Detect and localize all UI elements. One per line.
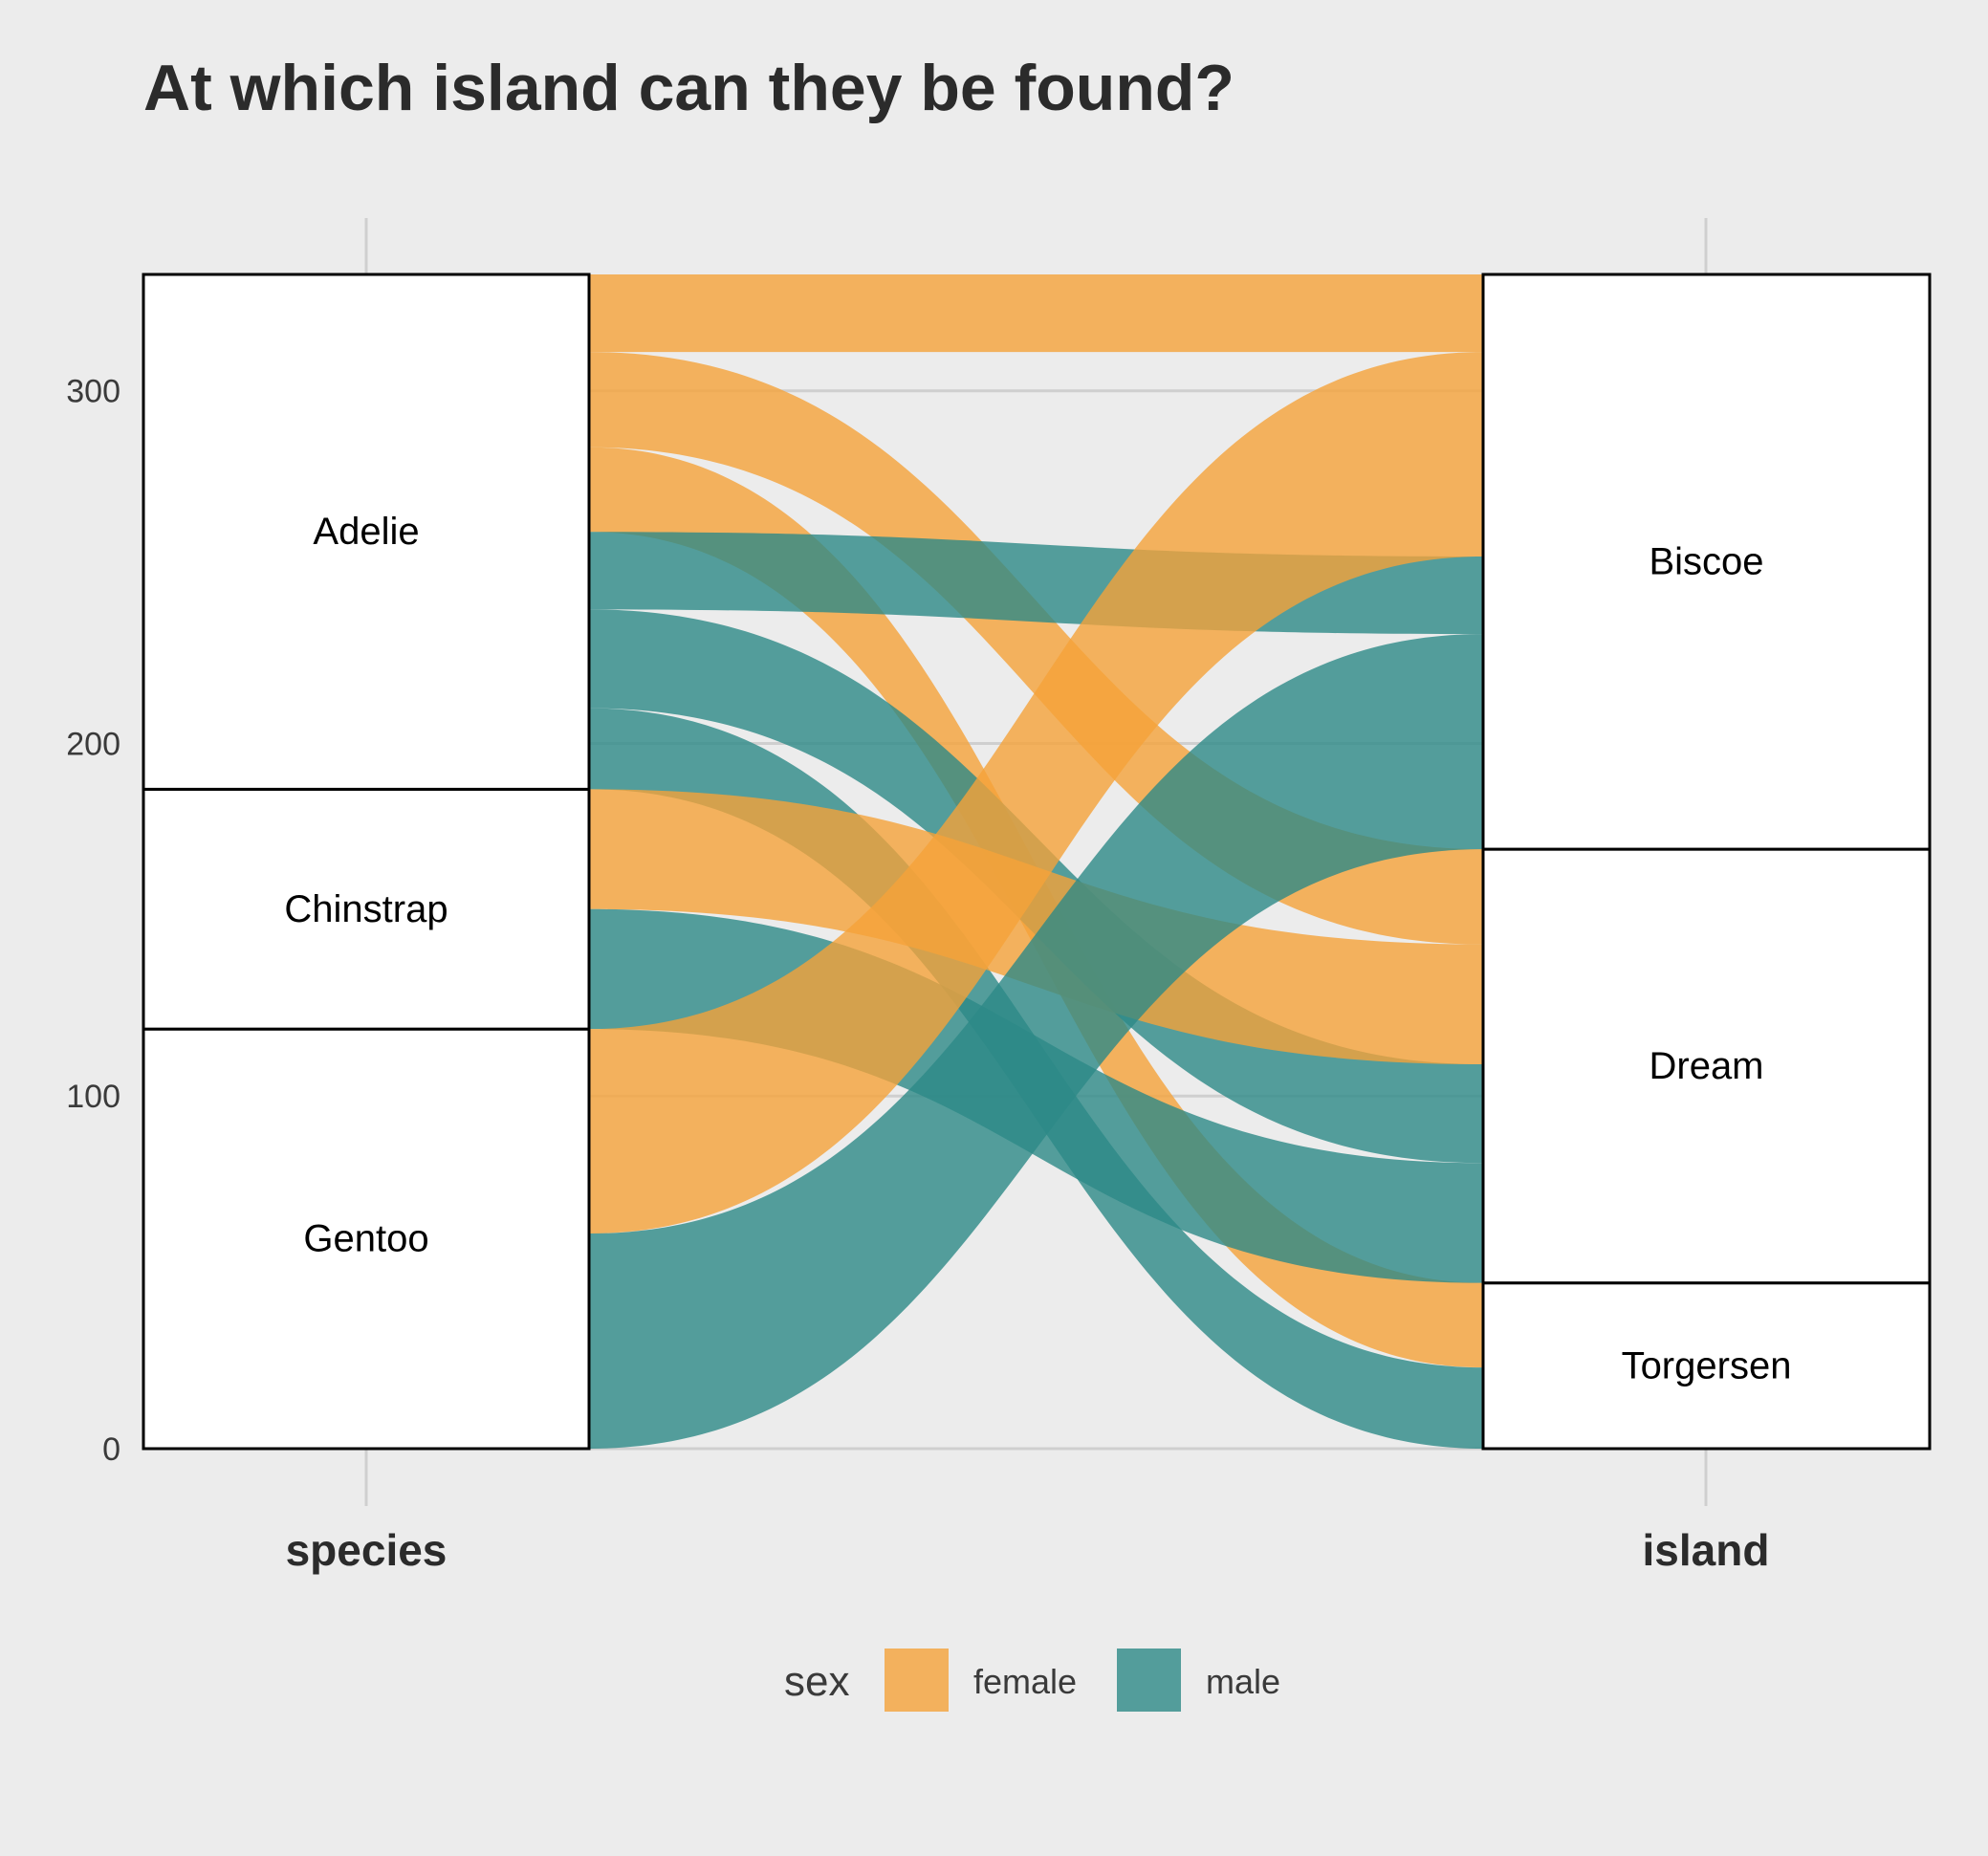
species-stratum-label: Adelie: [313, 511, 419, 553]
species-stratum-label: Chinstrap: [284, 888, 448, 930]
island-stratum-label: Torgersen: [1622, 1344, 1792, 1387]
legend-label-female: female: [973, 1662, 1077, 1701]
legend: sex female male: [784, 1649, 1280, 1712]
flow-layer: [589, 274, 1483, 1449]
legend-title: sex: [784, 1658, 849, 1705]
island-stratum-label: Biscoe: [1649, 541, 1763, 583]
chart-title: At which island can they be found?: [143, 52, 1234, 124]
y-tick-label: 200: [66, 726, 120, 762]
x-axis-label-island: island: [1643, 1525, 1770, 1575]
legend-key-female: [885, 1649, 949, 1712]
island-stratum-label: Dream: [1649, 1045, 1763, 1087]
legend-label-male: male: [1206, 1662, 1280, 1701]
alluvial-chart: At which island can they be found? 0 100 2…: [66, 52, 1932, 1712]
y-tick-label: 100: [66, 1079, 120, 1115]
flow-adelie-biscoe-female: [589, 274, 1483, 353]
y-tick-label: 300: [66, 374, 120, 410]
y-tick-labels: 0 100 200 300: [66, 374, 120, 1468]
y-tick-label: 0: [102, 1431, 120, 1468]
axis-labels: species island: [286, 1525, 1770, 1575]
species-stratum-label: Gentoo: [303, 1218, 428, 1260]
legend-key-male: [1117, 1649, 1181, 1712]
x-axis-label-species: species: [286, 1525, 448, 1575]
